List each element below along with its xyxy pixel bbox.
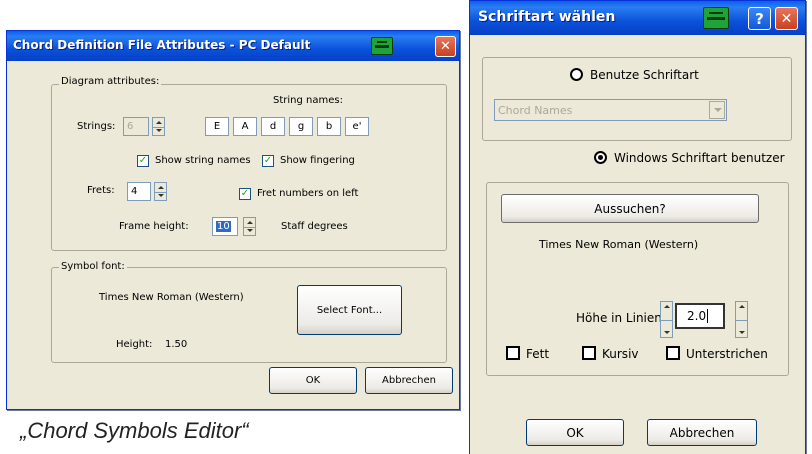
string-name-field[interactable]: e': [345, 117, 369, 136]
height-label: Height:: [116, 339, 153, 350]
title-bar[interactable]: Schriftart wählen ? ✕: [470, 1, 805, 35]
height-in-lines-label: Höhe in Linien:: [576, 311, 666, 325]
string-names-label: String names:: [273, 95, 343, 106]
use-font-radio[interactable]: [570, 68, 583, 81]
ok-button[interactable]: OK: [526, 419, 624, 446]
strings-spinner[interactable]: [152, 117, 165, 136]
show-fingering-label: Show fingering: [280, 155, 355, 166]
figure-caption: „Chord Symbols Editor“: [20, 418, 249, 443]
choose-font-button[interactable]: Aussuchen?: [501, 194, 759, 223]
symbol-font-name: Times New Roman (Western): [99, 292, 244, 303]
frets-field[interactable]: 4: [127, 182, 151, 201]
fret-numbers-left-label: Fret numbers on left: [257, 188, 359, 199]
italic-label: Kursiv: [602, 347, 639, 361]
chord-definition-dialog: Chord Definition File Attributes - PC De…: [6, 30, 460, 410]
help-button[interactable]: ?: [748, 7, 771, 30]
cancel-button[interactable]: Abbrechen: [647, 419, 757, 446]
show-string-names-checkbox[interactable]: ✓: [137, 155, 149, 167]
frame-height-label: Frame height:: [119, 221, 189, 232]
finale-icon: [703, 7, 729, 29]
windows-font-label: Windows Schriftart benutzer: [614, 151, 785, 165]
windows-font-radio[interactable]: [594, 151, 607, 164]
dialog-title: Chord Definition File Attributes - PC De…: [13, 38, 311, 52]
staff-degrees-label: Staff degrees: [281, 221, 348, 232]
choose-font-dialog: Schriftart wählen ? ✕ Benutze Schriftart…: [469, 0, 806, 454]
select-font-button[interactable]: Select Font...: [297, 285, 402, 335]
string-name-field[interactable]: E: [205, 117, 229, 136]
strings-label: Strings:: [77, 121, 116, 132]
show-string-names-label: Show string names: [155, 155, 251, 166]
string-name-field[interactable]: d: [261, 117, 285, 136]
underline-label: Unterstrichen: [686, 347, 768, 361]
diagram-attributes-legend: Diagram attributes:: [59, 76, 162, 87]
bold-checkbox[interactable]: [506, 346, 520, 360]
frets-label: Frets:: [87, 185, 115, 196]
height-in-lines-field[interactable]: 2.0: [675, 303, 725, 329]
frame-height-field[interactable]: 10: [212, 217, 238, 236]
cancel-button[interactable]: Abbrechen: [365, 367, 453, 394]
height-spinner-left[interactable]: [660, 301, 673, 338]
title-bar[interactable]: Chord Definition File Attributes - PC De…: [7, 31, 459, 61]
underline-checkbox[interactable]: [666, 346, 680, 360]
symbol-font-legend: Symbol font:: [59, 261, 127, 272]
frame-height-spinner[interactable]: [243, 217, 256, 236]
string-name-field[interactable]: b: [317, 117, 341, 136]
strings-field: 6: [123, 117, 149, 136]
string-name-field[interactable]: g: [289, 117, 313, 136]
close-button[interactable]: ✕: [775, 7, 798, 30]
height-value: 1.50: [165, 339, 188, 350]
italic-checkbox[interactable]: [582, 346, 596, 360]
close-button[interactable]: ✕: [435, 36, 456, 57]
use-font-label: Benutze Schriftart: [590, 68, 699, 82]
string-name-field[interactable]: A: [233, 117, 257, 136]
height-spinner-right[interactable]: [735, 301, 748, 338]
bold-label: Fett: [526, 347, 550, 361]
finale-icon: [371, 37, 393, 55]
chevron-down-icon: [709, 101, 725, 119]
font-dropdown: Chord Names: [494, 99, 727, 121]
ok-button[interactable]: OK: [269, 367, 357, 394]
show-fingering-checkbox[interactable]: ✓: [262, 155, 274, 167]
frets-spinner[interactable]: [154, 182, 167, 201]
fret-numbers-left-checkbox[interactable]: ✓: [239, 188, 251, 200]
font-name-label: Times New Roman (Western): [539, 238, 699, 251]
dialog-title: Schriftart wählen: [478, 9, 616, 25]
